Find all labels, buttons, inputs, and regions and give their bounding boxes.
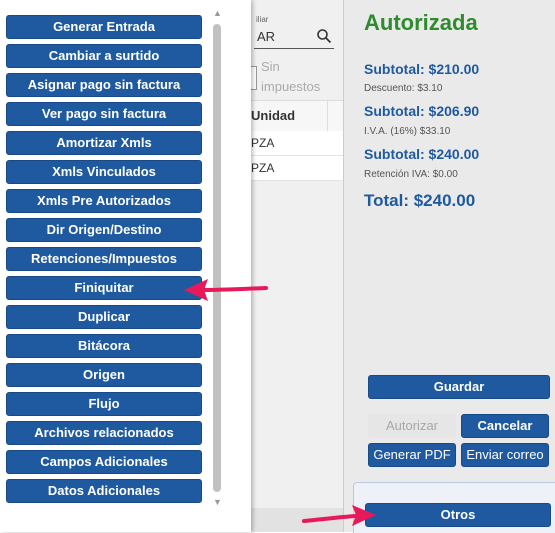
- menu-item-campos-adicionales[interactable]: Campos Adicionales: [6, 450, 202, 474]
- otros-dropdown-menu: Generar Entrada Cambiar a surtido Asignar …: [0, 0, 251, 532]
- total-line: Total: $240.00: [364, 191, 476, 210]
- menu-item-origen[interactable]: Origen: [6, 363, 202, 387]
- cancel-button[interactable]: Cancelar: [461, 414, 549, 438]
- authorize-button[interactable]: Autorizar: [368, 414, 456, 438]
- iva-line: I.V.A. (16%) $33.10: [364, 126, 451, 137]
- menu-item-ver-pago-sin-factura[interactable]: Ver pago sin factura: [6, 102, 202, 126]
- menu-item-xmls-pre-autorizados[interactable]: Xmls Pre Autorizados: [6, 189, 202, 213]
- discount-line: Descuento: $3.10: [364, 83, 443, 94]
- tax-checkbox[interactable]: [251, 66, 257, 90]
- menu-item-asignar-pago-sin-factura[interactable]: Asignar pago sin factura: [6, 73, 202, 97]
- row-unit: PZA: [251, 136, 275, 150]
- subtotal-line: Subtotal: $240.00: [364, 146, 480, 162]
- scrollbar-thumb[interactable]: [213, 24, 221, 492]
- scrollbar[interactable]: ▲ ▼: [211, 8, 224, 508]
- subtotal-line: Subtotal: $206.90: [364, 103, 480, 119]
- annotation-arrow-icon: [184, 279, 268, 301]
- menu-item-datos-adicionales[interactable]: Datos Adicionales: [6, 479, 202, 503]
- column-header-unit: Unidad: [251, 108, 296, 123]
- menu-item-dir-origen-destino[interactable]: Dir Origen/Destino: [6, 218, 202, 242]
- menu-item-finiquitar[interactable]: Finiquitar: [6, 276, 202, 300]
- menu-item-flujo[interactable]: Flujo: [6, 392, 202, 416]
- tax-option-label: Sin impuestos: [261, 59, 321, 94]
- search-value: AR: [257, 29, 276, 44]
- send-email-button[interactable]: Enviar correo: [461, 443, 549, 467]
- table-header: Unidad: [251, 100, 343, 132]
- annotation-arrow-icon: [302, 505, 376, 526]
- save-button[interactable]: Guardar: [368, 375, 550, 399]
- menu-list: Generar Entrada Cambiar a surtido Asignar …: [6, 15, 202, 508]
- column-divider: [327, 101, 328, 131]
- scroll-down-icon[interactable]: ▼: [211, 497, 224, 507]
- table-row[interactable]: PZA: [251, 156, 343, 181]
- search-label: iliar: [256, 15, 269, 24]
- items-table-panel: iliar AR Sin impuestos Unidad PZA PZA: [251, 0, 343, 532]
- generate-pdf-button[interactable]: Generar PDF: [368, 443, 456, 467]
- menu-item-xmls-vinculados[interactable]: Xmls Vinculados: [6, 160, 202, 184]
- status-label: Autorizada: [364, 10, 478, 35]
- search-field[interactable]: AR: [254, 26, 334, 49]
- retention-line: Retención IVA: $0.00: [364, 169, 458, 180]
- menu-item-bitácora[interactable]: Bitácora: [6, 334, 202, 358]
- subtotal-line: Subtotal: $210.00: [364, 61, 480, 77]
- menu-item-duplicar[interactable]: Duplicar: [6, 305, 202, 329]
- table-row[interactable]: PZA: [251, 131, 343, 156]
- menu-item-cambiar-a-surtido[interactable]: Cambiar a surtido: [6, 44, 202, 68]
- scroll-up-icon[interactable]: ▲: [211, 8, 224, 18]
- search-icon[interactable]: [316, 28, 332, 44]
- menu-item-archivos-relacionados[interactable]: Archivos relacionados: [6, 421, 202, 445]
- otros-button[interactable]: Otros: [365, 503, 551, 527]
- menu-item-retenciones-impuestos[interactable]: Retenciones/Impuestos: [6, 247, 202, 271]
- row-unit: PZA: [251, 161, 275, 175]
- menu-item-amortizar-xmls[interactable]: Amortizar Xmls: [6, 131, 202, 155]
- summary-panel: Autorizada Subtotal: $210.00 Descuento: …: [343, 0, 555, 533]
- menu-item-generar-entrada[interactable]: Generar Entrada: [6, 15, 202, 39]
